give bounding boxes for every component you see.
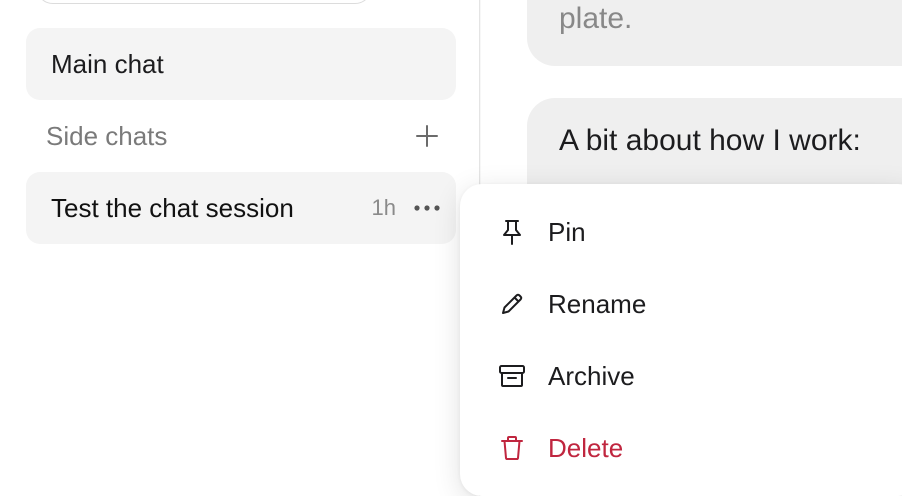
app-window: Main chat Side chats Test the chat sessi…	[0, 0, 902, 496]
archive-icon	[498, 362, 526, 390]
menu-item-rename[interactable]: Rename	[460, 268, 902, 340]
menu-item-delete[interactable]: Delete	[460, 412, 902, 484]
message-text: A bit about how I work:	[559, 124, 861, 157]
plus-icon	[416, 125, 438, 147]
menu-item-archive[interactable]: Archive	[460, 340, 902, 412]
side-chats-label: Side chats	[46, 120, 168, 151]
add-side-chat-button[interactable]	[412, 121, 442, 151]
side-chat-item[interactable]: Test the chat session 1h	[26, 172, 456, 244]
menu-item-label: Rename	[548, 288, 647, 319]
ellipsis-icon	[414, 205, 440, 211]
side-chat-title: Test the chat session	[51, 192, 294, 223]
menu-item-label: Delete	[548, 432, 624, 463]
pin-icon	[498, 218, 526, 246]
message-bubble: plate.	[527, 0, 902, 66]
more-options-button[interactable]	[412, 196, 442, 220]
menu-item-label: Archive	[548, 360, 635, 391]
trash-icon	[498, 434, 526, 462]
search-input[interactable]	[36, 0, 372, 4]
sidebar: Main chat Side chats Test the chat sessi…	[0, 0, 480, 496]
context-menu: Pin Rename Archive Delete	[460, 184, 902, 496]
message-text: plate.	[559, 2, 633, 35]
main-chat-item[interactable]: Main chat	[26, 28, 456, 100]
main-chat-label: Main chat	[51, 48, 164, 79]
side-chat-time: 1h	[371, 195, 396, 220]
menu-item-label: Pin	[548, 216, 586, 247]
pencil-icon	[498, 290, 526, 318]
side-chats-header: Side chats	[46, 112, 442, 160]
menu-item-pin[interactable]: Pin	[460, 196, 902, 268]
